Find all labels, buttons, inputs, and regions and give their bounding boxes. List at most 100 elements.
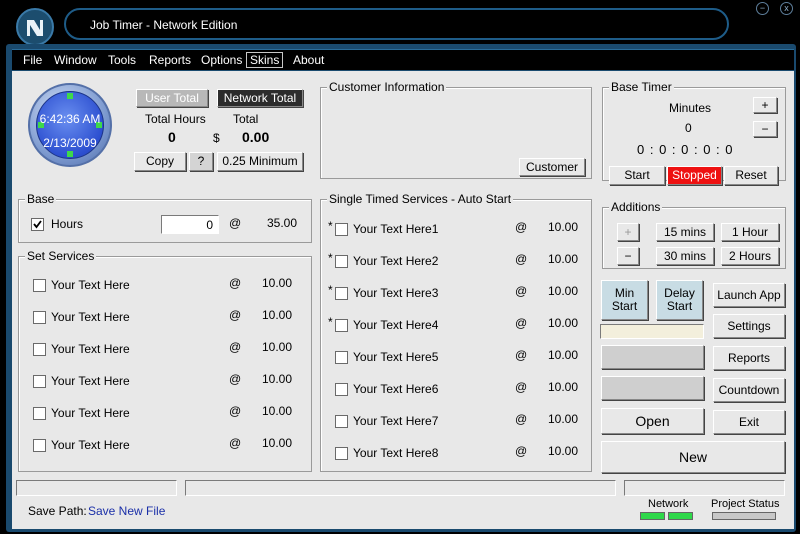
set-services-title: Set Services (25, 249, 97, 263)
timed-service-checkbox[interactable] (335, 287, 348, 300)
service-checkbox[interactable] (33, 311, 46, 324)
timed-service-label: Your Text Here4 (353, 318, 439, 332)
timed-service-checkbox[interactable] (335, 351, 348, 364)
title-bar: Job Timer - Network Edition − x (0, 0, 800, 48)
menu-tools[interactable]: Tools (108, 53, 136, 67)
timed-service-checkbox[interactable] (335, 447, 348, 460)
status-panel-1 (16, 480, 177, 496)
additions-group: Additions + 15 mins 1 Hour − 30 mins 2 H… (602, 200, 786, 269)
timer-reset-button[interactable]: Reset (724, 166, 778, 185)
list-item: Your Text Here7 @ 10.00 (321, 412, 593, 437)
user-total-button[interactable]: User Total (136, 89, 208, 107)
service-checkbox[interactable] (33, 279, 46, 292)
timed-service-label: Your Text Here3 (353, 286, 439, 300)
help-button[interactable]: ? (189, 152, 213, 171)
save-path-link[interactable]: Save New File (88, 504, 165, 518)
menu-about[interactable]: About (293, 53, 324, 67)
list-item: Your Text Here @ 10.00 (19, 340, 313, 365)
hours-input[interactable]: 0 (161, 215, 219, 234)
exit-button[interactable]: Exit (713, 410, 785, 434)
service-rate: 10.00 (262, 404, 293, 418)
timer-start-button[interactable]: Start (609, 166, 665, 185)
service-checkbox[interactable] (33, 439, 46, 452)
service-at-sign: @ (229, 372, 242, 386)
menu-options[interactable]: Options (201, 53, 242, 67)
timed-service-checkbox[interactable] (335, 415, 348, 428)
timed-service-checkbox[interactable] (335, 319, 348, 332)
timed-service-at-sign: @ (515, 284, 528, 298)
timer-stopped-button[interactable]: Stopped (667, 166, 722, 185)
list-item: * Your Text Here2 @ 10.00 (321, 251, 593, 277)
list-item: * Your Text Here1 @ 10.00 (321, 219, 593, 245)
copy-button[interactable]: Copy (134, 152, 186, 171)
timed-service-checkbox[interactable] (335, 255, 348, 268)
minimize-button[interactable]: − (756, 2, 769, 15)
minutes-minus-button[interactable]: − (753, 121, 777, 137)
timed-service-checkbox[interactable] (335, 223, 348, 236)
total-hours-label: Total Hours (145, 112, 206, 126)
min-start-button[interactable]: Min Start (601, 280, 648, 320)
menu-bar: File Window Tools Reports Options Skins … (12, 49, 794, 70)
list-item: Your Text Here @ 10.00 (19, 404, 313, 429)
customer-info-group: Customer Information Customer (320, 80, 592, 179)
hours-checkbox[interactable] (31, 218, 44, 231)
base-rate: 35.00 (267, 216, 298, 230)
single-timed-title: Single Timed Services - Auto Start (327, 192, 514, 206)
reports-button[interactable]: Reports (713, 346, 785, 370)
timed-service-at-sign: @ (515, 316, 528, 330)
clock-date: 2/13/2009 (43, 136, 97, 150)
list-item: * Your Text Here4 @ 10.00 (321, 315, 593, 341)
service-label: Your Text Here (51, 438, 130, 452)
list-item: Your Text Here8 @ 10.00 (321, 444, 593, 469)
countdown-button[interactable]: Countdown (713, 378, 785, 402)
timed-service-label: Your Text Here7 (353, 414, 439, 428)
menu-reports[interactable]: Reports (149, 53, 191, 67)
minimum-button[interactable]: 0.25 Minimum (217, 152, 303, 171)
menu-window[interactable]: Window (54, 53, 97, 67)
timed-service-label: Your Text Here8 (353, 446, 439, 460)
add-2-hours-button[interactable]: 2 Hours (721, 247, 779, 265)
currency-symbol: $ (213, 131, 220, 145)
disabled-button-1 (601, 345, 704, 369)
open-button[interactable]: Open (601, 408, 704, 434)
minutes-plus-button[interactable]: + (753, 97, 777, 113)
auto-start-marker: * (328, 219, 333, 233)
service-checkbox[interactable] (33, 343, 46, 356)
launch-app-button[interactable]: Launch App (713, 283, 785, 307)
add-15-mins-button[interactable]: 15 mins (656, 223, 714, 241)
clock-time: 6:42:36 AM (39, 112, 101, 126)
auto-start-marker: * (328, 251, 333, 265)
service-checkbox[interactable] (33, 375, 46, 388)
add-1-hour-button[interactable]: 1 Hour (721, 223, 779, 241)
base-at-sign: @ (229, 216, 242, 230)
timed-service-rate: 10.00 (548, 316, 579, 330)
timed-service-checkbox[interactable] (335, 383, 348, 396)
delay-start-button[interactable]: Delay Start (656, 280, 703, 320)
hours-label: Hours (51, 217, 84, 231)
network-total-button[interactable]: Network Total (217, 89, 303, 107)
list-item: Your Text Here @ 10.00 (19, 276, 313, 301)
list-item: * Your Text Here3 @ 10.00 (321, 283, 593, 309)
menu-file[interactable]: File (23, 53, 42, 67)
network-status-indicator (640, 512, 665, 520)
timed-service-at-sign: @ (515, 220, 528, 234)
progress-field (600, 324, 704, 339)
service-checkbox[interactable] (33, 407, 46, 420)
additions-title: Additions (609, 200, 663, 214)
additions-plus-button[interactable]: + (617, 223, 639, 241)
network-label: Network (648, 498, 689, 510)
customer-button[interactable]: Customer (519, 158, 585, 176)
auto-start-marker: * (328, 283, 333, 297)
close-button[interactable]: x (780, 2, 793, 15)
menu-skins[interactable]: Skins (246, 52, 284, 68)
timed-service-rate: 10.00 (548, 380, 579, 394)
add-30-mins-button[interactable]: 30 mins (656, 247, 714, 265)
new-button[interactable]: New (601, 441, 785, 473)
base-timer-title: Base Timer (609, 80, 674, 94)
additions-minus-button[interactable]: − (617, 247, 639, 265)
service-at-sign: @ (229, 404, 242, 418)
service-rate: 10.00 (262, 372, 293, 386)
service-label: Your Text Here (51, 406, 130, 420)
timed-service-rate: 10.00 (548, 284, 579, 298)
settings-button[interactable]: Settings (713, 314, 785, 338)
